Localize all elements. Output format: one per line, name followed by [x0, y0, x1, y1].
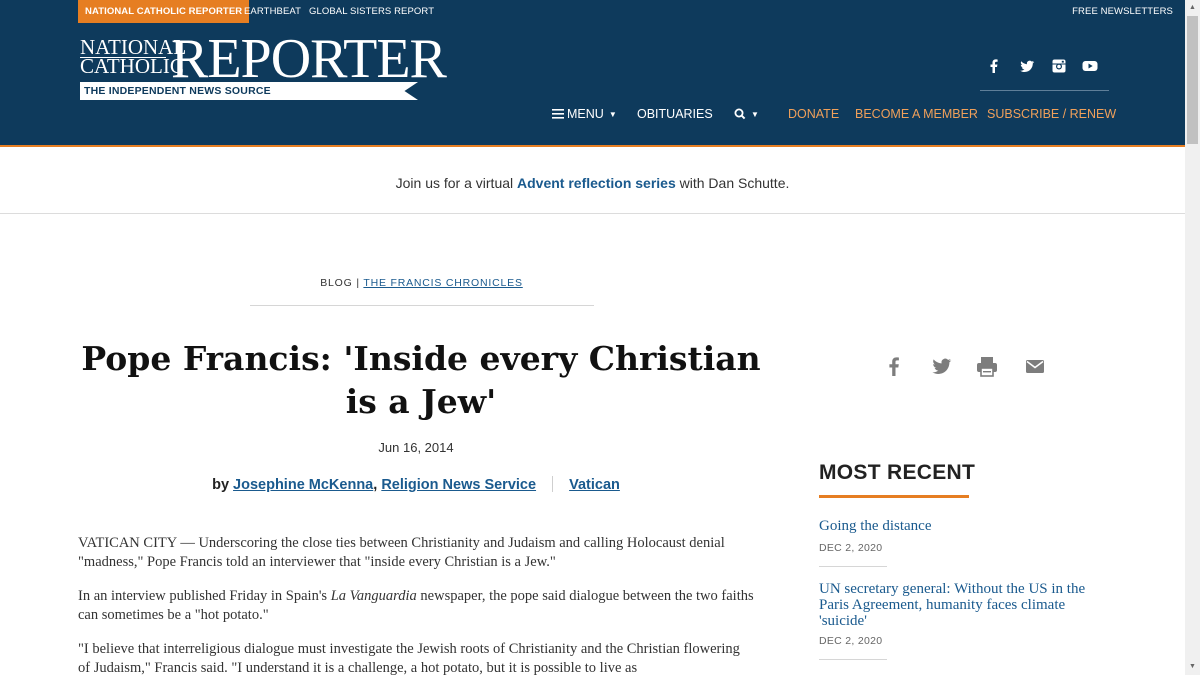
article-kicker: BLOG | THE FRANCIS CHRONICLES: [250, 277, 593, 289]
dateline: VATICAN CITY: [78, 535, 177, 551]
promo-text-after: with Dan Schutte.: [675, 175, 790, 191]
free-newsletters-link[interactable]: FREE NEWSLETTERS: [1072, 0, 1173, 23]
site-switch-ncr[interactable]: NATIONAL CATHOLIC REPORTER: [78, 0, 250, 23]
most-recent-item-date: DEC 2, 2020: [819, 635, 883, 647]
byline-divider: [552, 476, 554, 492]
most-recent-item-date: DEC 2, 2020: [819, 542, 883, 554]
menu-label: MENU: [567, 107, 604, 121]
article-paragraph: "I believe that interreligious dialogue …: [78, 641, 740, 675]
article-paragraph: In an interview published Friday in Spai…: [78, 587, 754, 625]
page-scrollbar[interactable]: ▲ ▼: [1185, 0, 1200, 675]
instagram-icon[interactable]: [1049, 56, 1069, 76]
article-byline: by Josephine McKenna, Religion News Serv…: [78, 476, 754, 493]
topic-link[interactable]: Vatican: [569, 477, 620, 493]
promo-banner: Join us for a virtual Advent reflection …: [0, 147, 1185, 214]
share-facebook-icon[interactable]: [880, 352, 908, 380]
tagline-text: THE INDEPENDENT NEWS SOURCE: [84, 85, 271, 97]
menu-button[interactable]: MENU ▼: [552, 103, 617, 125]
share-twitter-icon[interactable]: [927, 352, 955, 380]
logo-reporter: REPORTER: [171, 28, 447, 90]
promo-text-before: Join us for a virtual: [395, 175, 518, 191]
kicker-series-link[interactable]: THE FRANCIS CHRONICLES: [363, 277, 522, 289]
youtube-icon[interactable]: [1080, 56, 1100, 76]
social-divider: [980, 90, 1109, 91]
nav-obituaries[interactable]: OBITUARIES: [637, 103, 713, 125]
facebook-icon[interactable]: [984, 56, 1004, 76]
article-headline: Pope Francis: 'Inside every Christian is…: [81, 339, 761, 421]
site-switch-gsr[interactable]: GLOBAL SISTERS REPORT: [309, 0, 434, 23]
kicker-separator: |: [356, 277, 360, 289]
most-recent-heading: MOST RECENT: [819, 461, 976, 484]
scroll-down-arrow-icon[interactable]: ▼: [1185, 659, 1200, 675]
publication-name: La Vanguardia: [330, 588, 417, 604]
promo-link[interactable]: Advent reflection series: [517, 175, 676, 191]
promo-text: Join us for a virtual Advent reflection …: [0, 175, 1185, 191]
subscribe-renew-link[interactable]: SUBSCRIBE / RENEW: [987, 103, 1116, 125]
hamburger-icon: [552, 104, 564, 126]
twitter-icon[interactable]: [1017, 56, 1037, 76]
most-recent-divider: [819, 659, 887, 660]
chevron-down-icon: ▼: [608, 110, 617, 119]
most-recent-accent-rule: [819, 495, 969, 498]
paragraph-text: In an interview published Friday in Spai…: [78, 588, 331, 604]
scrollbar-thumb[interactable]: [1187, 16, 1198, 144]
article-paragraph: VATICAN CITY — Underscoring the close ti…: [78, 534, 754, 572]
byline-comma: ,: [373, 477, 378, 493]
search-toggle[interactable]: ▼: [734, 103, 759, 125]
article-date: Jun 16, 2014: [378, 440, 454, 455]
kicker-divider: [250, 305, 594, 306]
author-link[interactable]: Josephine McKenna: [233, 477, 373, 493]
kicker-blog: BLOG: [320, 277, 353, 289]
most-recent-divider: [819, 566, 887, 567]
top-strip: NATIONAL CATHOLIC REPORTER EARTHBEAT GLO…: [0, 0, 1185, 23]
logo-catholic: CATHOLIC: [80, 54, 184, 78]
site-switch-earthbeat[interactable]: EARTHBEAT: [244, 0, 301, 23]
print-icon[interactable]: [973, 352, 1001, 380]
most-recent-item-link[interactable]: UN secretary general: Without the US in …: [819, 581, 1109, 629]
chevron-down-icon: ▼: [751, 110, 759, 119]
source-link[interactable]: Religion News Service: [381, 477, 536, 493]
scroll-up-arrow-icon[interactable]: ▲: [1185, 0, 1200, 16]
most-recent-item-link[interactable]: Going the distance: [819, 518, 1109, 534]
search-icon: [734, 105, 746, 127]
byline-by: by: [212, 477, 230, 493]
email-icon[interactable]: [1021, 352, 1049, 380]
donate-link[interactable]: DONATE: [788, 103, 839, 125]
tagline-banner: THE INDEPENDENT NEWS SOURCE: [80, 82, 418, 100]
become-member-link[interactable]: BECOME A MEMBER: [855, 103, 978, 125]
